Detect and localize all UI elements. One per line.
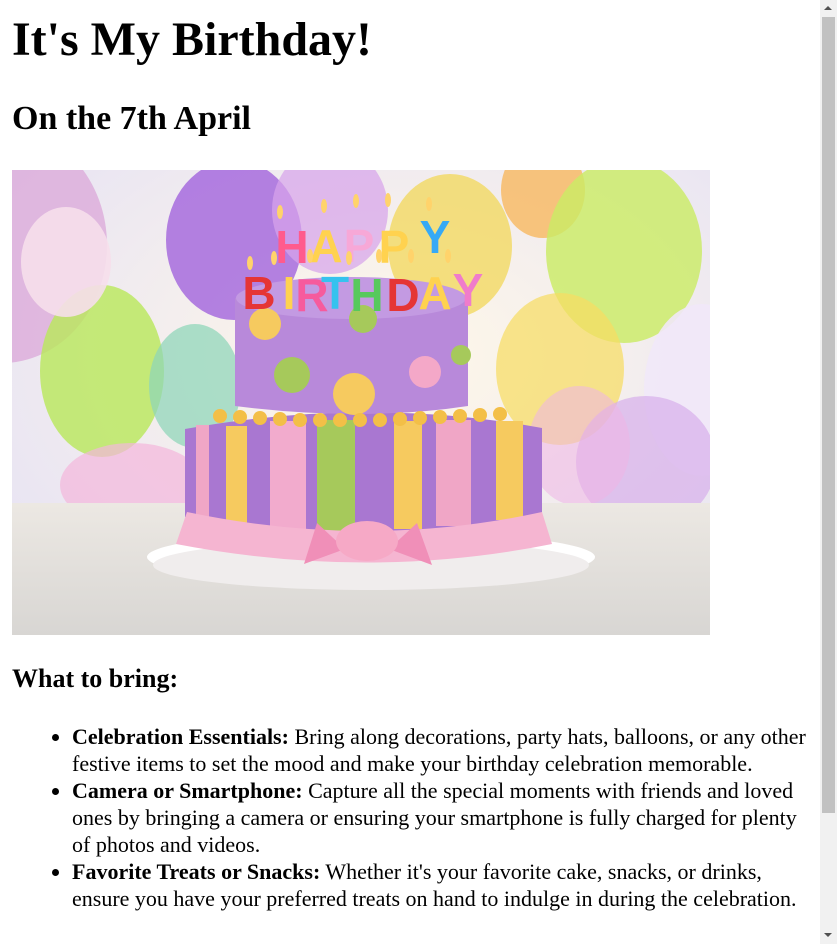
vertical-scrollbar[interactable] (820, 0, 837, 944)
list-item-title: Celebration Essentials: (72, 724, 289, 749)
chevron-up-icon[interactable] (820, 0, 837, 17)
page-content: It's My Birthday! On the 7th April H A P… (0, 0, 820, 944)
svg-text:H: H (350, 269, 383, 321)
list-item: Camera or Smartphone: Capture all the sp… (72, 777, 810, 858)
list-item: Favorite Treats or Snacks: Whether it's … (72, 858, 810, 912)
birthday-cake-image: H A P P Y B I R T H D A Y (12, 170, 710, 635)
list-item-title: Favorite Treats or Snacks: (72, 859, 321, 884)
svg-text:I: I (283, 267, 296, 319)
svg-text:D: D (386, 269, 419, 321)
svg-text:H: H (275, 221, 308, 273)
svg-text:P: P (379, 221, 410, 273)
page-title: It's My Birthday! (12, 13, 372, 66)
svg-text:B: B (242, 267, 275, 319)
svg-text:A: A (418, 267, 451, 319)
list-item-title: Camera or Smartphone: (72, 778, 303, 803)
list-item: Celebration Essentials: Bring along deco… (72, 723, 810, 777)
svg-text:Y: Y (453, 264, 484, 316)
scroll-thumb[interactable] (822, 17, 835, 813)
svg-text:T: T (321, 267, 349, 319)
page-subtitle: On the 7th April (12, 100, 251, 137)
svg-text:A: A (309, 220, 342, 272)
bring-list: Celebration Essentials: Bring along deco… (0, 723, 810, 912)
chevron-down-icon[interactable] (820, 927, 837, 944)
what-to-bring-heading: What to bring: (12, 664, 179, 693)
